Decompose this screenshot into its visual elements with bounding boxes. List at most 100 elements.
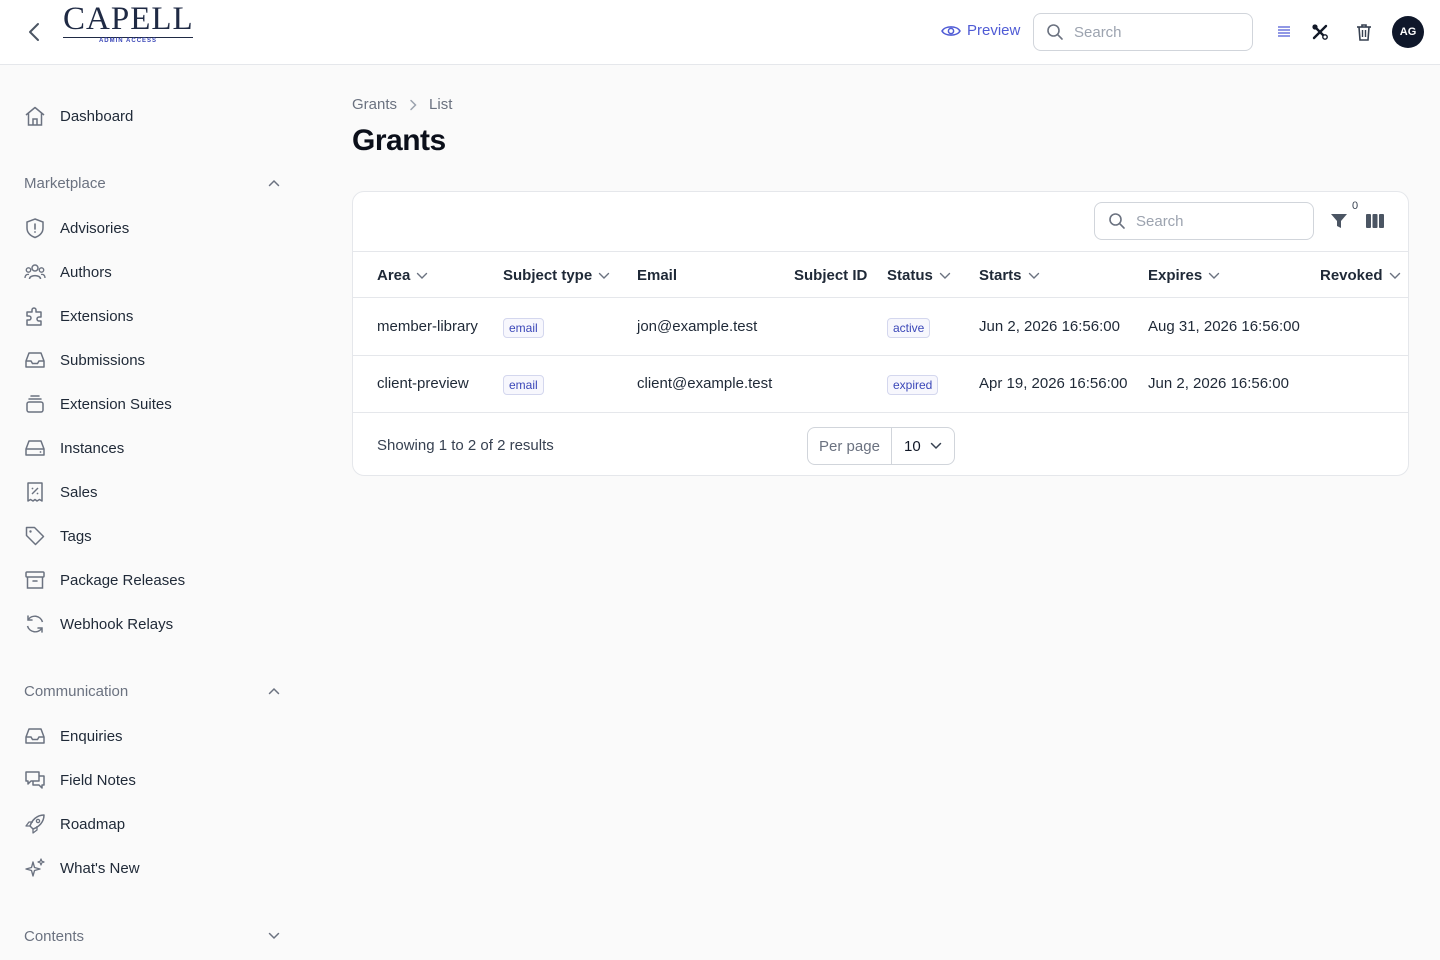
sidebar-item-submissions[interactable]: Submissions [24, 346, 280, 374]
table-search-input[interactable] [1136, 212, 1296, 230]
filter-count-badge: 0 [1352, 200, 1359, 212]
sidebar-item-roadmap[interactable]: Roadmap [24, 810, 280, 838]
sidebar-item-label: Advisories [60, 219, 130, 237]
column-header-email: Email [637, 267, 677, 284]
subject-type-badge: email [503, 375, 544, 395]
group-label: Communication [24, 682, 129, 700]
sidebar-item-package-releases[interactable]: Package Releases [24, 566, 280, 594]
per-page-select[interactable]: 10 [892, 428, 954, 464]
column-header-label: Area [377, 267, 411, 284]
group-marketplace[interactable]: Marketplace [24, 171, 280, 195]
sidebar-item-label: Enquiries [60, 727, 123, 745]
tools-button[interactable] [1308, 20, 1332, 44]
search-icon [1109, 213, 1125, 229]
chevron-down-icon [1028, 272, 1039, 279]
tools-icon [1312, 24, 1328, 40]
server-icon [25, 440, 45, 456]
table-toolbar: 0 [353, 192, 1408, 252]
column-header-subject-id: Subject ID [794, 267, 867, 284]
tag-icon [25, 526, 45, 546]
table-row[interactable]: member-library email jon@example.test ac… [353, 299, 1408, 356]
sidebar-item-enquiries[interactable]: Enquiries [24, 722, 280, 750]
sidebar-item-advisories[interactable]: Advisories [24, 214, 280, 242]
breadcrumb-parent[interactable]: Grants [352, 96, 397, 113]
group-label: Marketplace [24, 174, 106, 192]
sidebar-item-field-notes[interactable]: Field Notes [24, 766, 280, 794]
column-header-expires[interactable]: Expires [1148, 267, 1220, 284]
home-icon [25, 106, 45, 126]
chevron-left-icon [29, 23, 39, 41]
logo-subtext: ADMIN ACCESS [98, 38, 158, 44]
global-search[interactable] [1033, 13, 1253, 51]
column-header-starts[interactable]: Starts [979, 267, 1040, 284]
sidebar-item-authors[interactable]: Authors [24, 258, 280, 286]
cell-email: client@example.test [637, 375, 773, 392]
chevron-down-icon [939, 272, 951, 279]
sidebar-item-extension-suites[interactable]: Extension Suites [24, 390, 280, 418]
sidebar: Dashboard Marketplace Advisories Authors… [0, 65, 300, 960]
column-header-status[interactable]: Status [887, 267, 951, 284]
grants-table-card: 0 Area Subject type Email Subject ID Sta… [352, 191, 1409, 476]
per-page-value: 10 [904, 437, 921, 455]
sidebar-item-label: Extension Suites [60, 395, 172, 413]
user-avatar[interactable]: AG [1392, 16, 1424, 48]
sidebar-item-extensions[interactable]: Extensions [24, 302, 280, 330]
group-communication[interactable]: Communication [24, 679, 280, 703]
chevron-up-icon [268, 179, 280, 187]
column-header-area[interactable]: Area [377, 267, 428, 284]
logo[interactable]: CAPELL ADMIN ACCESS [63, 2, 193, 44]
cell-expires: Aug 31, 2026 16:56:00 [1148, 318, 1300, 335]
global-search-input[interactable] [1074, 23, 1234, 41]
cell-starts: Apr 19, 2026 16:56:00 [979, 375, 1128, 392]
breadcrumb-current: List [429, 96, 453, 113]
eye-icon [941, 25, 961, 36]
list-view-button[interactable] [1272, 20, 1296, 44]
shield-exclamation-icon [26, 218, 44, 239]
top-bar: CAPELL ADMIN ACCESS Preview AG [0, 0, 1440, 65]
sidebar-item-webhook-relays[interactable]: Webhook Relays [24, 610, 280, 638]
sidebar-item-label: Sales [60, 483, 98, 501]
group-contents[interactable]: Contents [24, 924, 280, 948]
column-header-label: Expires [1148, 267, 1203, 284]
breadcrumb: Grants List [352, 96, 452, 113]
table-search[interactable] [1094, 202, 1314, 240]
sidebar-item-label: Field Notes [60, 771, 136, 789]
view-columns-icon [1366, 214, 1384, 228]
cell-area: client-preview [377, 375, 469, 392]
stack-icon [26, 395, 44, 413]
filter-button[interactable] [1328, 209, 1350, 233]
column-header-label: Subject type [503, 267, 593, 284]
pagination-summary: Showing 1 to 2 of 2 results [377, 437, 554, 454]
column-header-label: Revoked [1320, 267, 1383, 284]
preview-button[interactable]: Preview [941, 22, 1020, 39]
sidebar-item-whats-new[interactable]: What's New [24, 854, 280, 882]
sidebar-item-label: Instances [60, 439, 125, 457]
sidebar-item-label: What's New [60, 859, 140, 877]
table-row[interactable]: client-preview email client@example.test… [353, 356, 1408, 413]
trash-button[interactable] [1352, 20, 1376, 44]
sidebar-item-dashboard[interactable]: Dashboard [24, 102, 280, 130]
status-badge: active [887, 318, 931, 338]
column-header-subject-type[interactable]: Subject type [503, 267, 610, 284]
users-icon [24, 264, 46, 280]
funnel-icon [1331, 214, 1347, 228]
cell-starts: Jun 2, 2026 16:56:00 [979, 318, 1120, 335]
column-toggle-button[interactable] [1364, 210, 1386, 232]
chevron-down-icon [598, 272, 610, 279]
cell-expires: Jun 2, 2026 16:56:00 [1148, 375, 1289, 392]
back-button[interactable] [22, 20, 46, 44]
trash-icon [1357, 24, 1371, 41]
sidebar-item-label: Webhook Relays [60, 615, 174, 633]
sidebar-item-tags[interactable]: Tags [24, 522, 280, 550]
sidebar-item-sales[interactable]: Sales [24, 478, 280, 506]
sparkles-icon [25, 858, 45, 877]
column-header-label: Email [637, 267, 678, 284]
cell-email: jon@example.test [637, 318, 758, 335]
sidebar-item-label: Submissions [60, 351, 146, 369]
table-header: Area Subject type Email Subject ID Statu… [353, 252, 1408, 298]
chevron-down-icon [268, 932, 280, 940]
sidebar-item-instances[interactable]: Instances [24, 434, 280, 462]
column-header-revoked[interactable]: Revoked [1320, 267, 1401, 284]
sidebar-item-label: Roadmap [60, 815, 126, 833]
per-page-control: Per page 10 [807, 427, 955, 465]
